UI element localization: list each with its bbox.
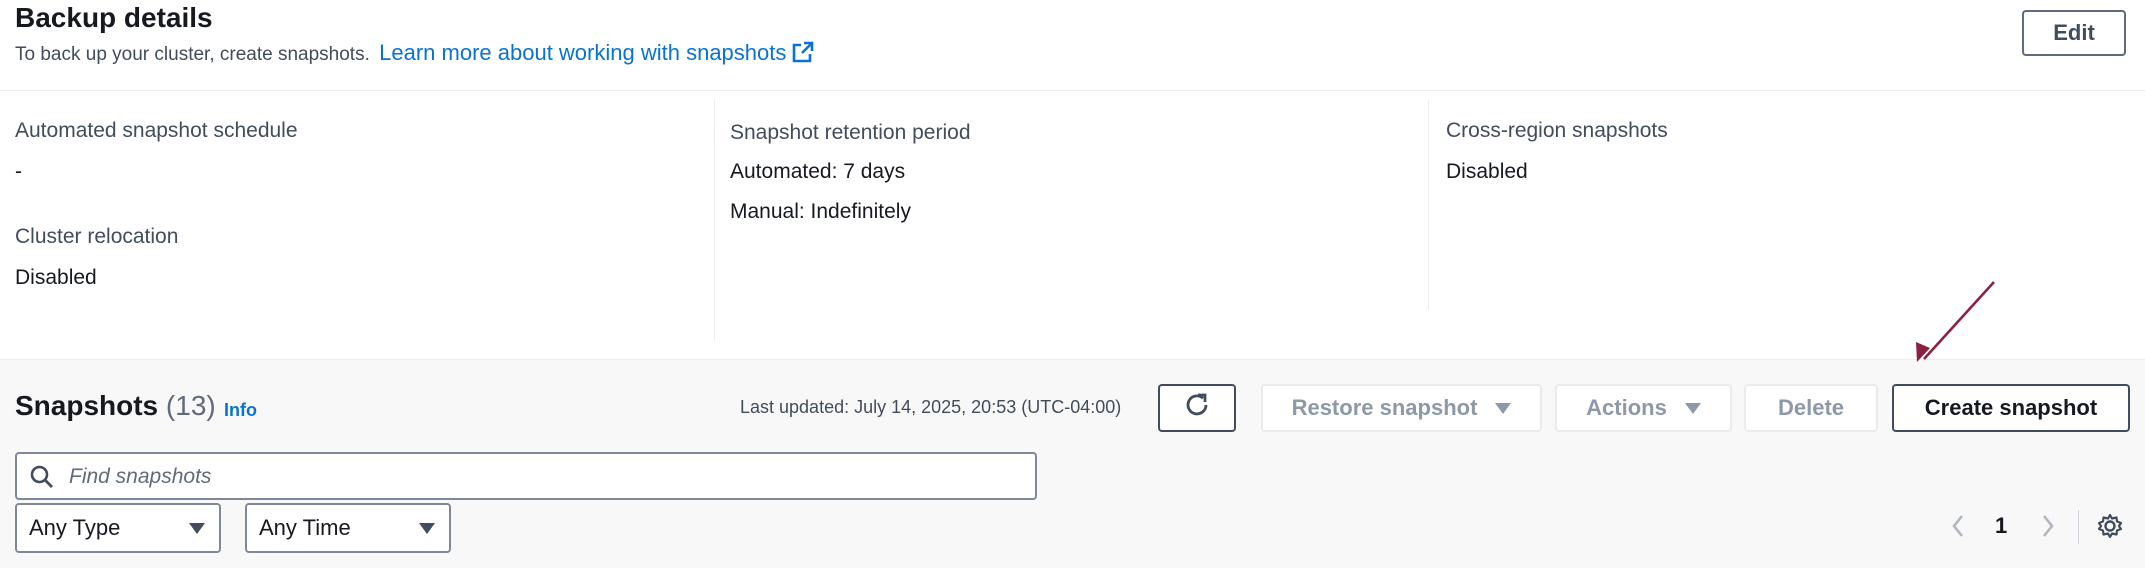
time-filter-value: Any Time: [259, 515, 351, 540]
cluster-relocation-value: Disabled: [15, 266, 97, 289]
refresh-icon: [1183, 391, 1211, 425]
snapshots-count: (13): [165, 390, 216, 421]
retention-label: Snapshot retention period: [730, 121, 971, 144]
page-title: Backup details: [15, 2, 213, 33]
actions-button[interactable]: Actions: [1555, 384, 1732, 432]
header-divider: [0, 90, 2145, 91]
panel-divider: [0, 359, 2145, 360]
current-page[interactable]: 1: [1995, 513, 2007, 539]
learn-more-link[interactable]: Learn more about working with snapshots: [379, 40, 814, 65]
delete-label: Delete: [1777, 395, 1845, 420]
retention-automated-value: Automated: 7 days: [730, 160, 906, 183]
cross-region-value: Disabled: [1446, 160, 1528, 183]
external-link-icon: [792, 41, 814, 69]
search-input[interactable]: [67, 460, 1011, 494]
automated-schedule-label: Automated snapshot schedule: [15, 119, 298, 142]
column-divider: [1428, 100, 1429, 310]
delete-button[interactable]: Delete: [1744, 384, 1878, 432]
actions-label: Actions: [1586, 395, 1667, 420]
cross-region-label: Cross-region snapshots: [1446, 119, 1668, 142]
subtitle-text: To back up your cluster, create snapshot…: [15, 44, 370, 65]
search-icon: [29, 464, 55, 495]
snapshot-search[interactable]: [15, 452, 1037, 500]
time-filter-select[interactable]: Any Time: [245, 503, 451, 553]
caret-down-icon: [419, 523, 435, 534]
last-updated-text: Last updated: July 14, 2025, 20:53 (UTC-…: [740, 397, 1122, 417]
create-snapshot-label: Create snapshot: [1924, 395, 2098, 420]
restore-snapshot-button[interactable]: Restore snapshot: [1261, 384, 1542, 432]
pager-divider: [2078, 510, 2079, 544]
chevron-right-icon[interactable]: [2040, 513, 2056, 544]
automated-schedule-value: -: [15, 160, 22, 183]
caret-down-icon: [1684, 402, 1701, 414]
chevron-left-icon[interactable]: [1950, 513, 1966, 544]
info-link[interactable]: Info: [224, 400, 257, 421]
backup-details-panel: Backup details To back up your cluster, …: [0, 0, 2145, 360]
cluster-relocation-label: Cluster relocation: [15, 225, 179, 248]
type-filter-select[interactable]: Any Type: [15, 503, 221, 553]
retention-manual-value: Manual: Indefinitely: [730, 200, 911, 223]
annotation-arrow-icon: [1916, 281, 1995, 362]
edit-button[interactable]: Edit: [2022, 10, 2126, 56]
type-filter-value: Any Type: [29, 515, 121, 540]
caret-down-icon: [189, 523, 205, 534]
snapshots-title: Snapshots: [15, 390, 159, 421]
snapshots-heading: Snapshots (13): [15, 390, 216, 422]
caret-down-icon: [1495, 402, 1512, 414]
learn-more-label: Learn more about working with snapshots: [379, 40, 787, 65]
column-divider: [714, 100, 715, 340]
page-subtitle: To back up your cluster, create snapshot…: [15, 40, 814, 69]
restore-snapshot-label: Restore snapshot: [1291, 395, 1478, 420]
create-snapshot-button[interactable]: Create snapshot: [1892, 384, 2130, 432]
refresh-button[interactable]: [1158, 384, 1236, 432]
gear-icon[interactable]: [2096, 512, 2124, 545]
